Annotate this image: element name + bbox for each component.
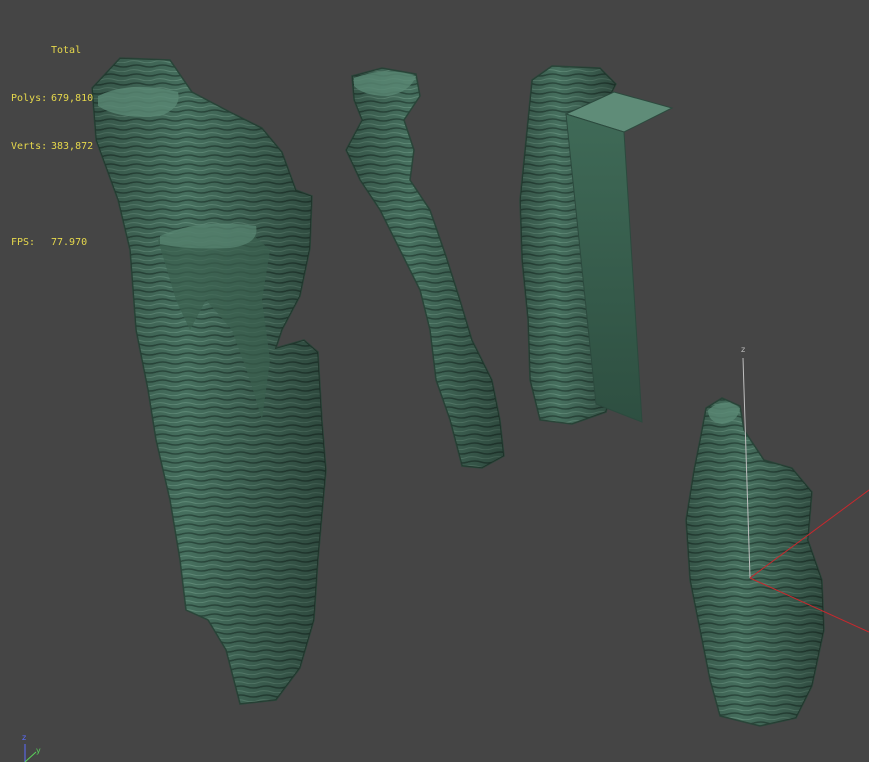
stats-fps-label: FPS:	[11, 237, 36, 248]
3d-viewport[interactable]: Total Polys: 679,810 Verts: 383,872 FPS: 77…	[0, 0, 869, 762]
rock-pillar-middle[interactable]	[345, 67, 505, 469]
scene-canvas[interactable]	[0, 0, 869, 762]
stats-fps-row: FPS: 77.970	[11, 235, 93, 251]
stats-verts-row: Verts: 383,872	[11, 139, 93, 155]
stats-verts-value: 383,872	[51, 141, 94, 152]
corner-axis-z-label: z	[22, 733, 27, 742]
rock-pillar-left[interactable]	[91, 57, 327, 705]
stats-total-label: Total	[51, 45, 82, 56]
rock-pillar-right[interactable]	[685, 397, 825, 727]
rock-pillar-with-panel[interactable]	[519, 65, 674, 425]
corner-axis: z y	[16, 733, 56, 762]
stats-polys-label: Polys:	[11, 93, 48, 104]
corner-axis-y-label: y	[36, 746, 41, 755]
viewport-statistics: Total Polys: 679,810 Verts: 383,872 FPS: 77…	[11, 11, 93, 283]
stats-spacer	[11, 187, 93, 203]
stats-polys-row: Polys: 679,810	[11, 91, 93, 107]
stats-polys-value: 679,810	[51, 93, 94, 104]
stats-fps-value: 77.970	[51, 237, 88, 248]
stats-verts-label: Verts:	[11, 141, 48, 152]
gizmo-z-label: z	[741, 345, 746, 354]
